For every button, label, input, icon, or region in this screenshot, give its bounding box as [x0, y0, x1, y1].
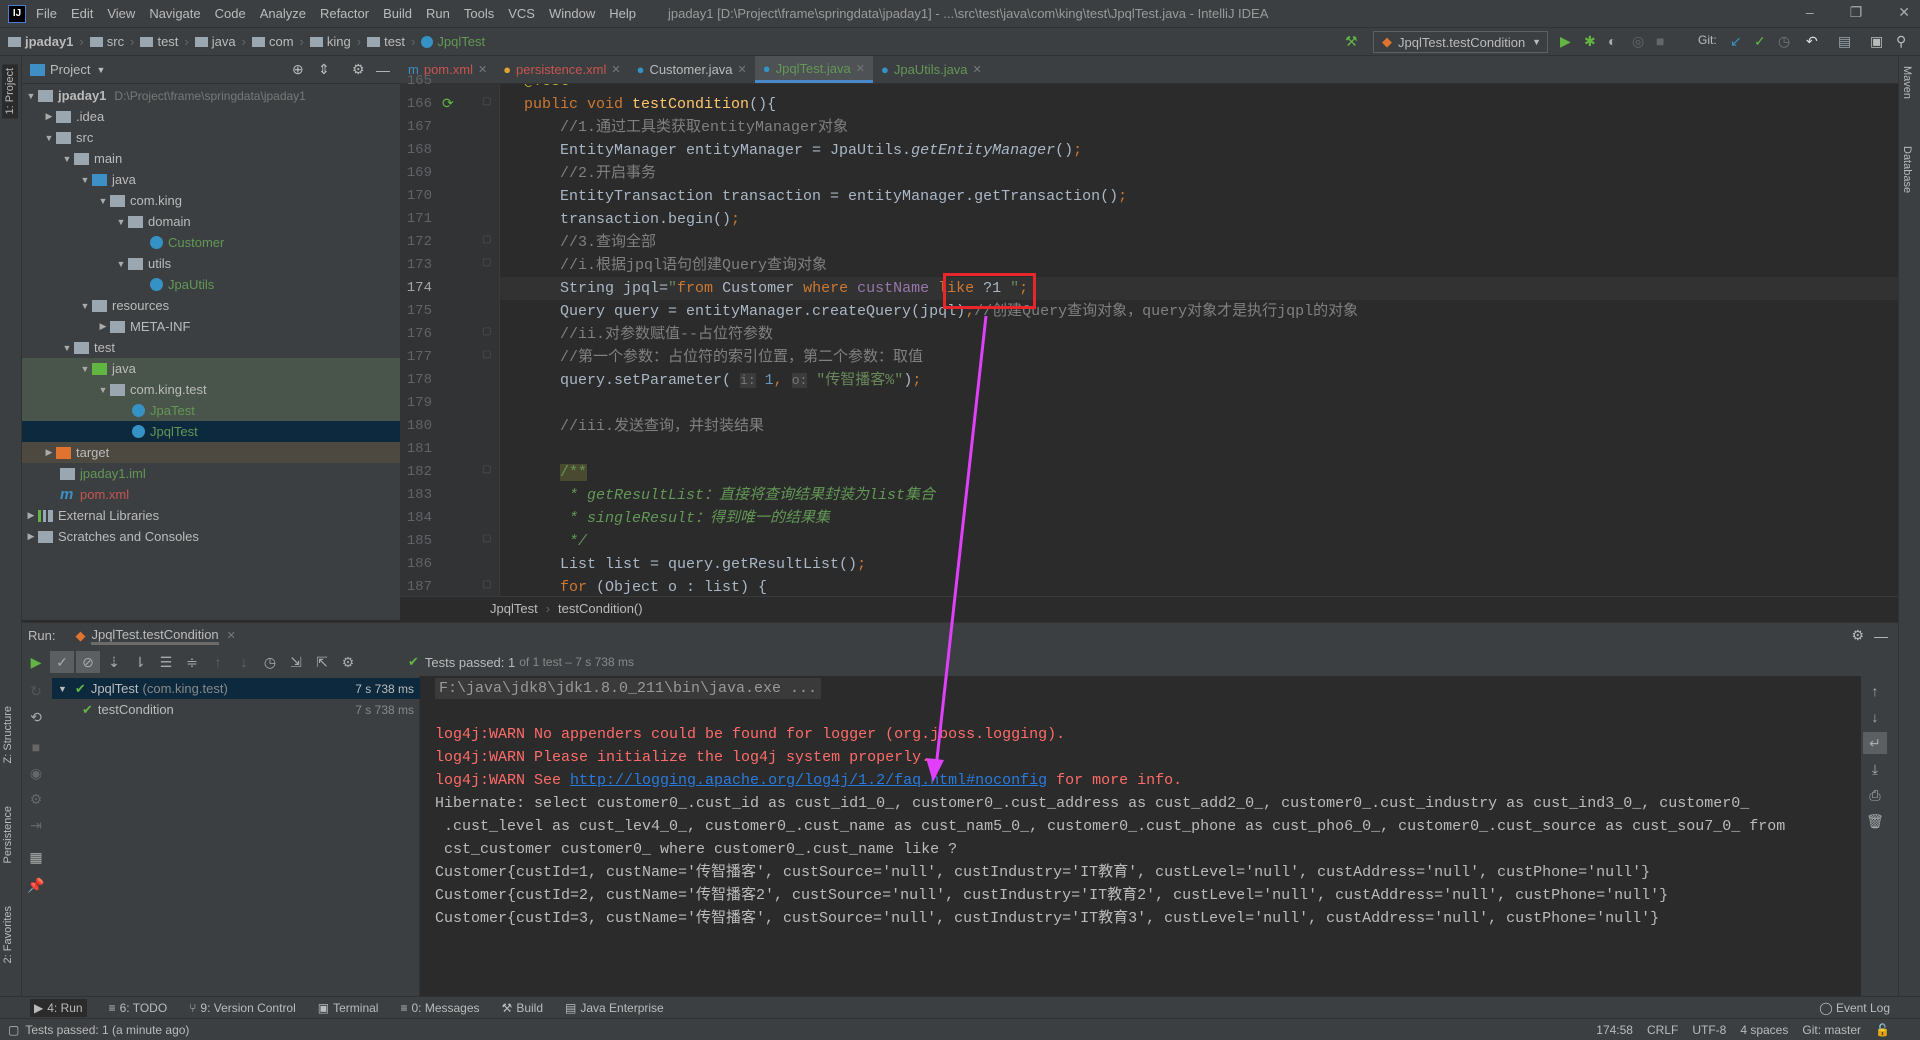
bottom-tool-bar: ▶ 4: Run ≡ 6: TODO ⑂ 9: Version Control ▣ Termi…	[0, 996, 1920, 1018]
event-log-button[interactable]: ◯ Event Log	[1819, 1001, 1890, 1015]
tool-window--todo[interactable]: ≡ 6: TODO	[109, 1001, 168, 1015]
status-toggle-icon[interactable]: ▢	[8, 1023, 19, 1037]
annotation-arrow-head	[926, 758, 944, 782]
status-bar: ▢ Tests passed: 1 (a minute ago) 174:58 …	[0, 1018, 1920, 1040]
tool-window--messages[interactable]: ≡ 0: Messages	[400, 1001, 479, 1015]
annotation-arrow-line	[934, 315, 988, 769]
branch-icon: ⑂	[189, 1000, 197, 1015]
git-branch[interactable]: Git: master	[1802, 1023, 1861, 1037]
java-ee-icon: ▤	[565, 1000, 577, 1015]
tool-window-label: Build	[516, 1000, 543, 1015]
event-log-icon: ◯	[1819, 1000, 1836, 1015]
run-icon: ▶	[34, 1000, 44, 1015]
tool-window-terminal[interactable]: ▣ Terminal	[318, 1001, 379, 1015]
tool-window-java-enterprise[interactable]: ▤ Java Enterprise	[565, 1001, 664, 1015]
tool-window--version-control[interactable]: ⑂ 9: Version Control	[189, 1001, 296, 1015]
lock-icon[interactable]: 🔓	[1875, 1023, 1890, 1037]
annotation-arrow	[926, 315, 988, 782]
hammer-icon: ⚒	[501, 1000, 513, 1015]
tool-window--run[interactable]: ▶ 4: Run	[30, 998, 87, 1017]
list-icon: ≡	[108, 1000, 116, 1015]
event-log-label: Event Log	[1835, 1000, 1890, 1015]
tool-window-label: 4: Run	[47, 1000, 83, 1015]
tool-window-label: 0: Messages	[411, 1000, 480, 1015]
list-icon: ≡	[400, 1000, 408, 1015]
tool-window-label: 9: Version Control	[200, 1000, 296, 1015]
tool-window-label: 6: TODO	[119, 1000, 168, 1015]
tool-window-build[interactable]: ⚒ Build	[502, 1001, 543, 1015]
caret-position[interactable]: 174:58	[1596, 1023, 1633, 1037]
tool-window-label: Terminal	[333, 1000, 379, 1015]
status-message: Tests passed: 1 (a minute ago)	[25, 1022, 190, 1037]
file-encoding[interactable]: UTF-8	[1692, 1023, 1726, 1037]
line-separator[interactable]: CRLF	[1647, 1023, 1678, 1037]
terminal-icon: ▣	[317, 1000, 330, 1015]
indent-setting[interactable]: 4 spaces	[1740, 1023, 1788, 1037]
tool-window-label: Java Enterprise	[580, 1000, 664, 1015]
